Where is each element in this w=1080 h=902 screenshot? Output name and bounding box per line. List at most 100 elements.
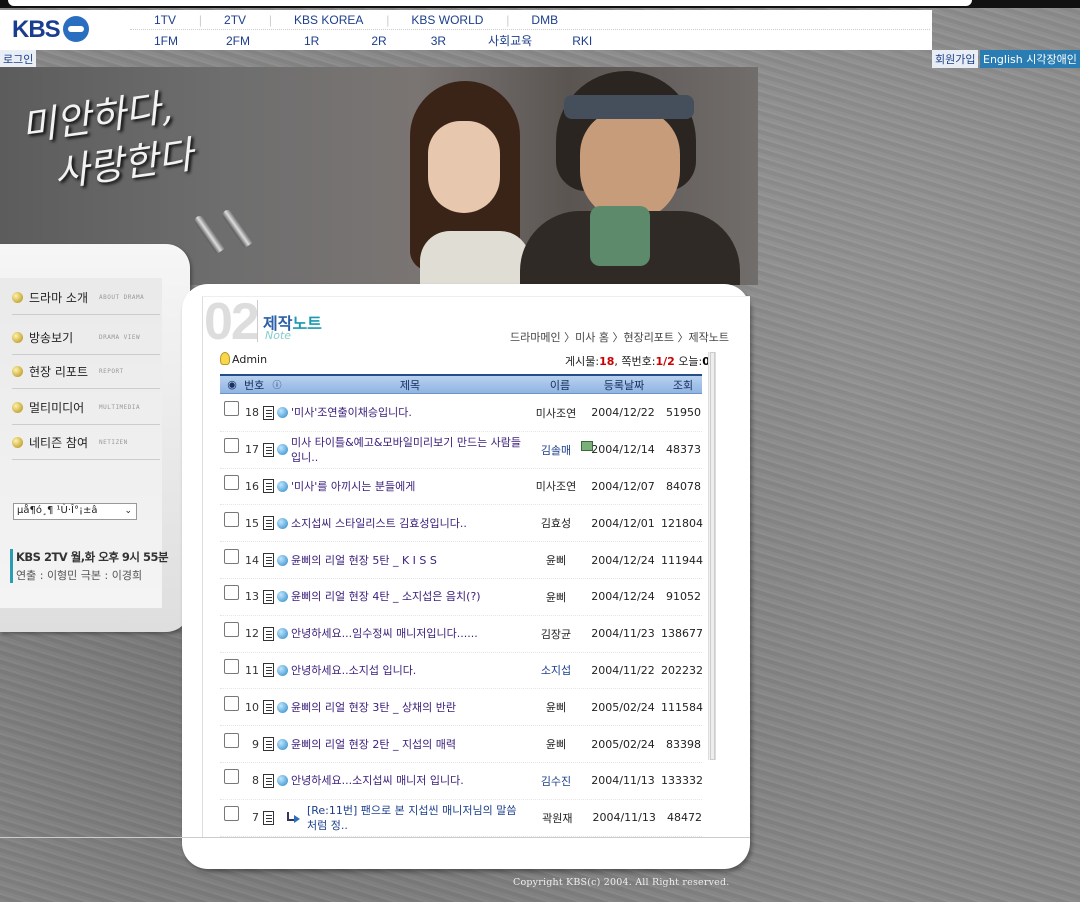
row-checkbox[interactable] xyxy=(224,806,239,822)
breadcrumb[interactable]: 드라마메인 〉미사 홈 〉현장리포트 〉제작노트 xyxy=(510,329,729,345)
table-row: 8 안녕하세요...소지섭씨 매니저 입니다. 김수진 2004/11/13 13333… xyxy=(220,763,703,800)
reply-arrow-icon xyxy=(286,811,303,824)
globe-icon xyxy=(277,480,288,492)
select-all-icon[interactable]: ◉ xyxy=(220,378,244,391)
browser-top-bar xyxy=(0,0,1080,8)
admin-link[interactable]: Admin xyxy=(220,352,267,366)
post-subject-link[interactable]: 미사 타이틀&예고&모바일미리보기 만드는 사람들입니.. xyxy=(291,435,527,465)
nav-2r[interactable]: 2R xyxy=(349,34,408,48)
channel-nav-tv: 1TV 2TV KBS KOREA KBS WORLD DMB xyxy=(130,11,930,30)
row-checkbox[interactable] xyxy=(224,585,239,601)
broadcast-time: KBS 2TV 월,화 오후 9시 55분 xyxy=(16,550,169,564)
kbs-logo[interactable]: KBS xyxy=(12,16,89,44)
author-name: 윤삐 xyxy=(545,738,567,752)
post-subject-link[interactable]: [Re:11번] 팬으로 본 지섭씬 매니저님의 말씀 처럼 정.. xyxy=(307,803,528,833)
post-subject-link[interactable]: '미사'조연출이채승입니다. xyxy=(291,405,527,420)
author-name-link[interactable]: 김수진 xyxy=(527,773,585,789)
nav-1r[interactable]: 1R xyxy=(274,34,349,48)
nav-dmb[interactable]: DMB xyxy=(507,13,582,27)
bullet-dot-icon xyxy=(12,402,23,413)
post-subject-link[interactable]: 소지섭씨 스타일리스트 김효성입니다.. xyxy=(291,516,527,531)
post-subject-link[interactable]: 안녕하세요..소지섭 입니다. xyxy=(291,663,527,678)
author-name: 김장균 xyxy=(540,627,572,641)
author-name-link[interactable]: 소지섭 xyxy=(527,662,585,678)
row-checkbox[interactable] xyxy=(224,511,239,527)
document-icon xyxy=(263,663,274,678)
section-divider xyxy=(257,300,258,342)
drama-shortcut-select[interactable]: µå¶ó¸¶ ¹Ù·Î°¡±â ⌄ xyxy=(13,503,137,520)
col-name: 이름 xyxy=(549,378,571,392)
sidebar-item-multimedia[interactable]: 멀티미디어 MULTIMEDIA xyxy=(12,391,160,425)
table-row: 9 윤삐의 리얼 현장 2탄 _ 지섭의 매력 윤삐 2005/02/24 83398 xyxy=(220,726,702,763)
author-name: 미사조연 xyxy=(535,480,577,494)
row-checkbox[interactable] xyxy=(224,474,239,490)
sidebar-item-drama-intro[interactable]: 드라마 소개 ABOUT DRAMA xyxy=(12,281,160,315)
table-row: 13 윤삐의 리얼 현장 4탄 _ 소지섭은 음치(?) 윤삐 2004/12/24 9… xyxy=(220,579,702,616)
row-checkbox[interactable] xyxy=(224,769,239,785)
nav-kbs-korea[interactable]: KBS KOREA xyxy=(270,13,390,27)
post-subject-link[interactable]: 안녕하세요...소지섭씨 매니저 입니다. xyxy=(291,773,527,788)
nav-1tv[interactable]: 1TV xyxy=(130,13,202,27)
post-subject-link[interactable]: 윤삐의 리얼 현장 2탄 _ 지섭의 매력 xyxy=(291,737,527,752)
col-views: 조회 xyxy=(672,378,694,392)
globe-icon xyxy=(277,775,288,787)
table-row: 7 [Re:11번] 팬으로 본 지섭씬 매니저님의 말씀 처럼 정.. 곽원재 20… xyxy=(220,800,702,837)
nav-social-edu[interactable]: 사회교육 xyxy=(468,32,552,49)
chevron-down-icon: ⌄ xyxy=(124,506,132,516)
table-row: 10 윤삐의 리얼 현장 3탄 _ 상채의 반란 윤삐 2005/02/24 11158… xyxy=(220,689,703,727)
post-subject-link[interactable]: 윤삐의 리얼 현장 5탄 _ K I S S xyxy=(291,553,527,568)
nav-1fm[interactable]: 1FM xyxy=(130,34,202,48)
col-date: 등록날짜 xyxy=(603,378,645,392)
author-name: 곽원재 xyxy=(542,811,573,825)
table-row: 14 윤삐의 리얼 현장 5탄 _ K I S S 윤삐 2004/12/24 1119… xyxy=(220,542,703,579)
row-checkbox[interactable] xyxy=(224,548,239,564)
bullet-dot-icon xyxy=(12,332,23,343)
kbs-header: KBS 1TV 2TV KBS KOREA KBS WORLD DMB 1FM … xyxy=(0,10,932,50)
document-icon xyxy=(263,589,274,604)
sidebar-item-netizen[interactable]: 네티즌 참여 NETIZEN xyxy=(12,426,160,460)
credits: 연출 : 이형민 극본 : 이경희 xyxy=(16,569,143,582)
globe-icon xyxy=(277,701,288,713)
table-row: 12 안녕하세요...임수정씨 매니저입니다...... 김장균 2004/11/23… xyxy=(220,616,703,653)
nav-3r[interactable]: 3R xyxy=(409,34,468,48)
author-name: 미사조연 xyxy=(535,406,577,420)
globe-icon xyxy=(277,517,288,529)
actor-photo xyxy=(520,71,740,285)
document-icon xyxy=(263,479,274,494)
broadcast-info: KBS 2TV 월,화 오후 9시 55분 연출 : 이형민 극본 : 이경희 xyxy=(10,549,180,583)
row-checkbox[interactable] xyxy=(224,438,239,454)
row-checkbox[interactable] xyxy=(224,401,239,417)
signup-link[interactable]: 회원가입 xyxy=(932,50,979,68)
globe-icon xyxy=(277,628,288,640)
col-no[interactable]: 번호 xyxy=(244,377,270,393)
sidebar-item-watch[interactable]: 방송보기 DRAMA VIEW xyxy=(12,321,160,355)
document-icon xyxy=(263,773,274,788)
channel-nav-radio: 1FM 2FM 1R 2R 3R 사회교육 RKI xyxy=(130,31,612,50)
row-checkbox[interactable] xyxy=(224,695,239,711)
sidebar-item-report[interactable]: 현장 리포트 REPORT xyxy=(12,355,160,389)
nav-2tv[interactable]: 2TV xyxy=(200,13,272,27)
post-subject-link[interactable]: '미사'를 아끼시는 분들에게 xyxy=(291,479,527,494)
post-subject-link[interactable]: 윤삐의 리얼 현장 3탄 _ 상채의 반란 xyxy=(291,700,527,715)
document-icon xyxy=(263,442,274,457)
nav-2fm[interactable]: 2FM xyxy=(202,34,274,48)
kbs-logo-icon xyxy=(62,16,89,42)
row-checkbox[interactable] xyxy=(224,658,239,674)
col-subject: 제목 xyxy=(399,378,421,392)
board-scrollbar[interactable] xyxy=(708,352,716,760)
info-icon: ⓘ xyxy=(272,381,282,391)
author-name-link[interactable]: 김솔매 xyxy=(527,440,593,458)
nav-kbs-world[interactable]: KBS WORLD xyxy=(387,13,509,27)
post-subject-link[interactable]: 안녕하세요...임수정씨 매니저입니다...... xyxy=(291,626,527,641)
english-accessibility-link[interactable]: English 시각장애인 xyxy=(980,50,1080,68)
document-icon xyxy=(263,405,274,420)
post-subject-link[interactable]: 윤삐의 리얼 현장 4탄 _ 소지섭은 음치(?) xyxy=(291,589,527,604)
homepage-icon[interactable] xyxy=(581,440,593,451)
table-row: 16 '미사'를 아끼시는 분들에게 미사조연 2004/12/07 84078 xyxy=(220,469,702,506)
nav-rki[interactable]: RKI xyxy=(552,34,612,48)
row-checkbox[interactable] xyxy=(224,732,239,748)
row-checkbox[interactable] xyxy=(224,622,239,638)
bullet-icon xyxy=(220,207,254,249)
login-link[interactable]: 로그인 xyxy=(0,50,37,68)
author-name: 윤삐 xyxy=(545,701,567,715)
